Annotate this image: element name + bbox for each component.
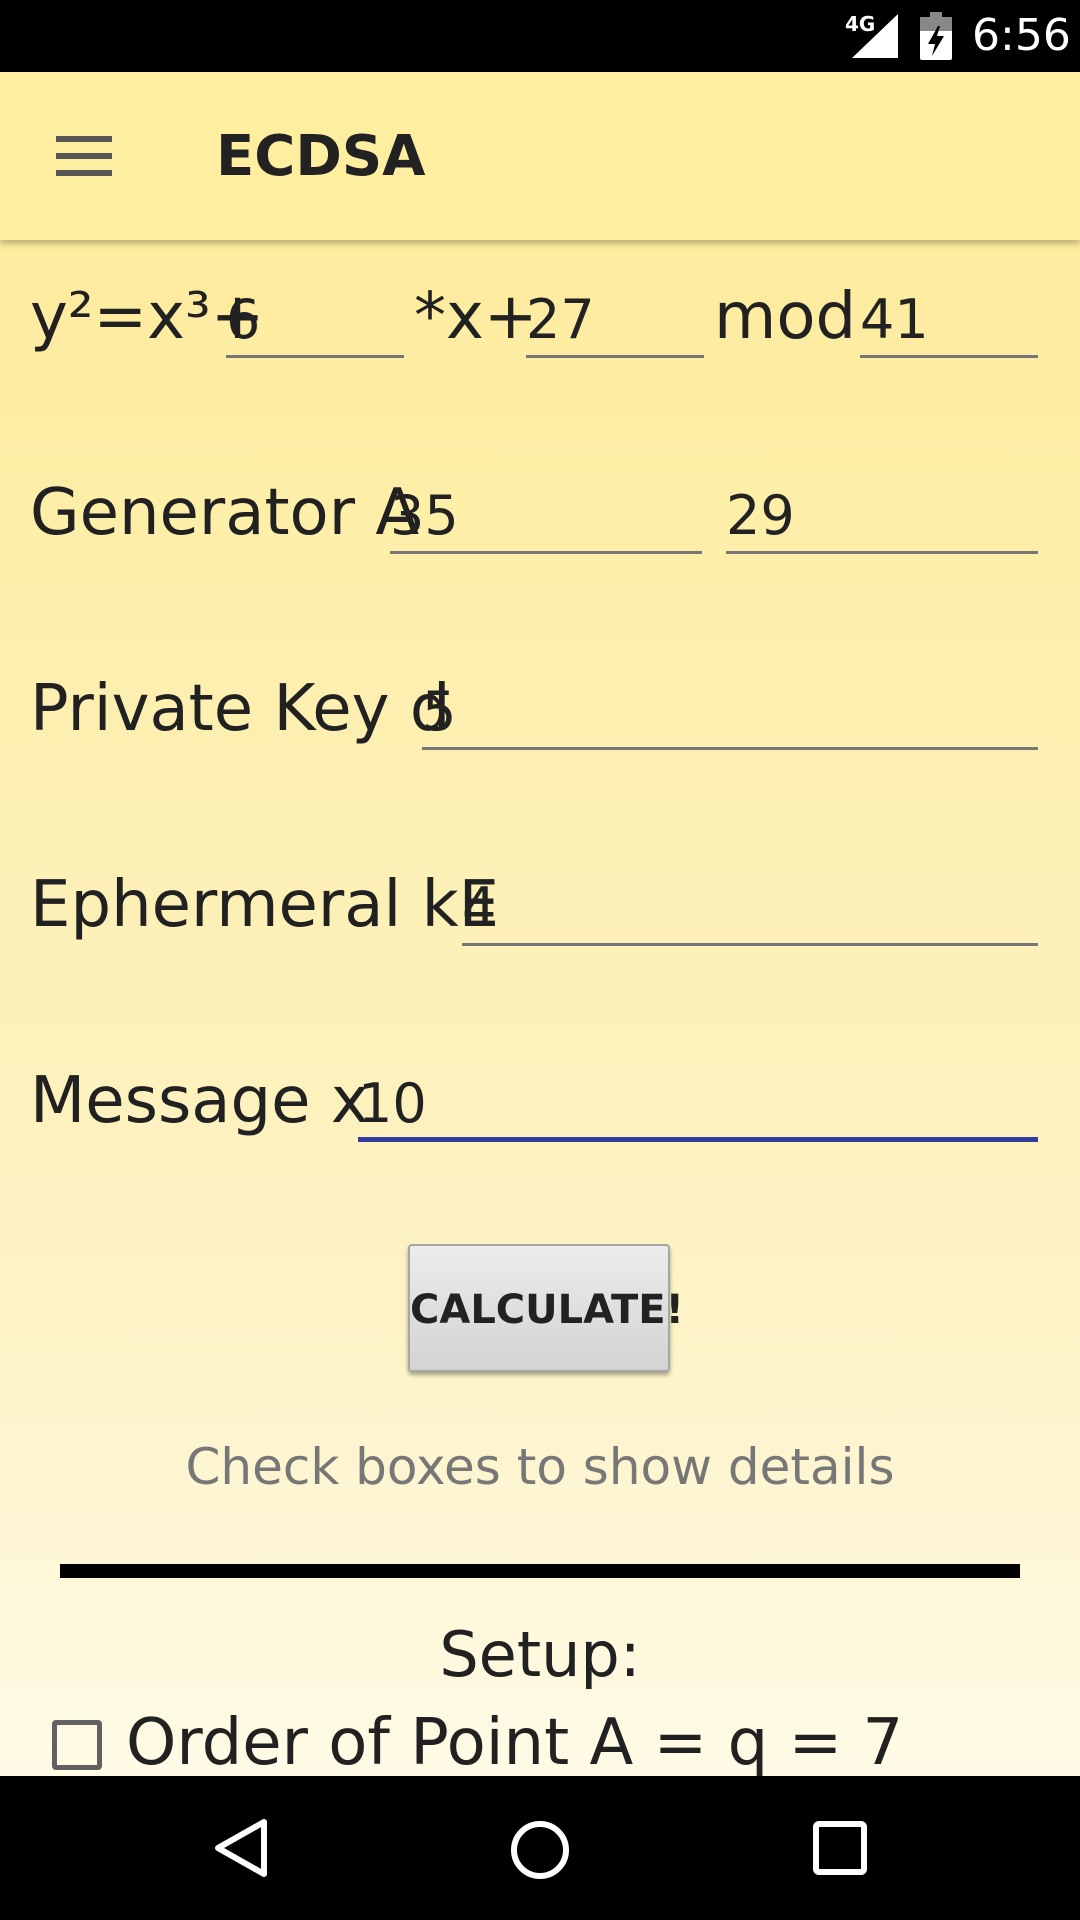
ephemeral-value: 4 (462, 876, 497, 939)
mod-label: mod (714, 280, 857, 354)
recents-icon[interactable] (812, 1820, 868, 1876)
main-content: y²=x³+ 6 *x+ 27 mod 41 Generator A 35 29… (0, 240, 1080, 1776)
curve-x-term-label: *x+ (414, 280, 538, 354)
message-label: Message x (30, 1064, 369, 1138)
home-icon[interactable] (508, 1818, 572, 1882)
private-key-field[interactable]: 5 (422, 674, 1038, 750)
divider (60, 1564, 1020, 1578)
curve-p-field[interactable]: 41 (860, 282, 1038, 358)
order-checkbox[interactable] (52, 1720, 102, 1770)
clock: 6:56 (972, 10, 1071, 61)
ephemeral-label: Ephermeral kE (30, 868, 500, 942)
navigation-bar (0, 1776, 1080, 1920)
app-bar: ECDSA (0, 72, 1080, 240)
curve-a-field[interactable]: 6 (226, 282, 404, 358)
app-title: ECDSA (216, 124, 426, 189)
message-value: 10 (358, 1072, 427, 1135)
menu-icon[interactable] (56, 136, 112, 176)
generator-y-value: 29 (726, 484, 795, 547)
curve-b-value: 27 (526, 288, 595, 351)
signal-icon (852, 14, 898, 58)
generator-label: Generator A (30, 476, 420, 550)
setup-heading: Setup: (439, 1618, 641, 1691)
hint-text: Check boxes to show details (185, 1438, 895, 1496)
ephemeral-field[interactable]: 4 (462, 870, 1038, 946)
generator-x-field[interactable]: 35 (390, 478, 702, 554)
generator-x-value: 35 (390, 484, 459, 547)
message-field[interactable]: 10 (358, 1066, 1038, 1142)
curve-p-value: 41 (860, 288, 929, 351)
calculate-button[interactable]: CALCULATE! (408, 1244, 684, 1372)
order-label: Order of Point A = q = 7 (126, 1706, 904, 1776)
status-bar: 4G 6:56 (0, 0, 1080, 72)
curve-a-value: 6 (226, 288, 261, 351)
back-icon[interactable] (212, 1818, 272, 1878)
curve-b-field[interactable]: 27 (526, 282, 704, 358)
private-key-value: 5 (422, 680, 457, 743)
generator-y-field[interactable]: 29 (726, 478, 1038, 554)
battery-charging-icon (920, 12, 952, 60)
private-key-label: Private Key d (30, 672, 451, 746)
